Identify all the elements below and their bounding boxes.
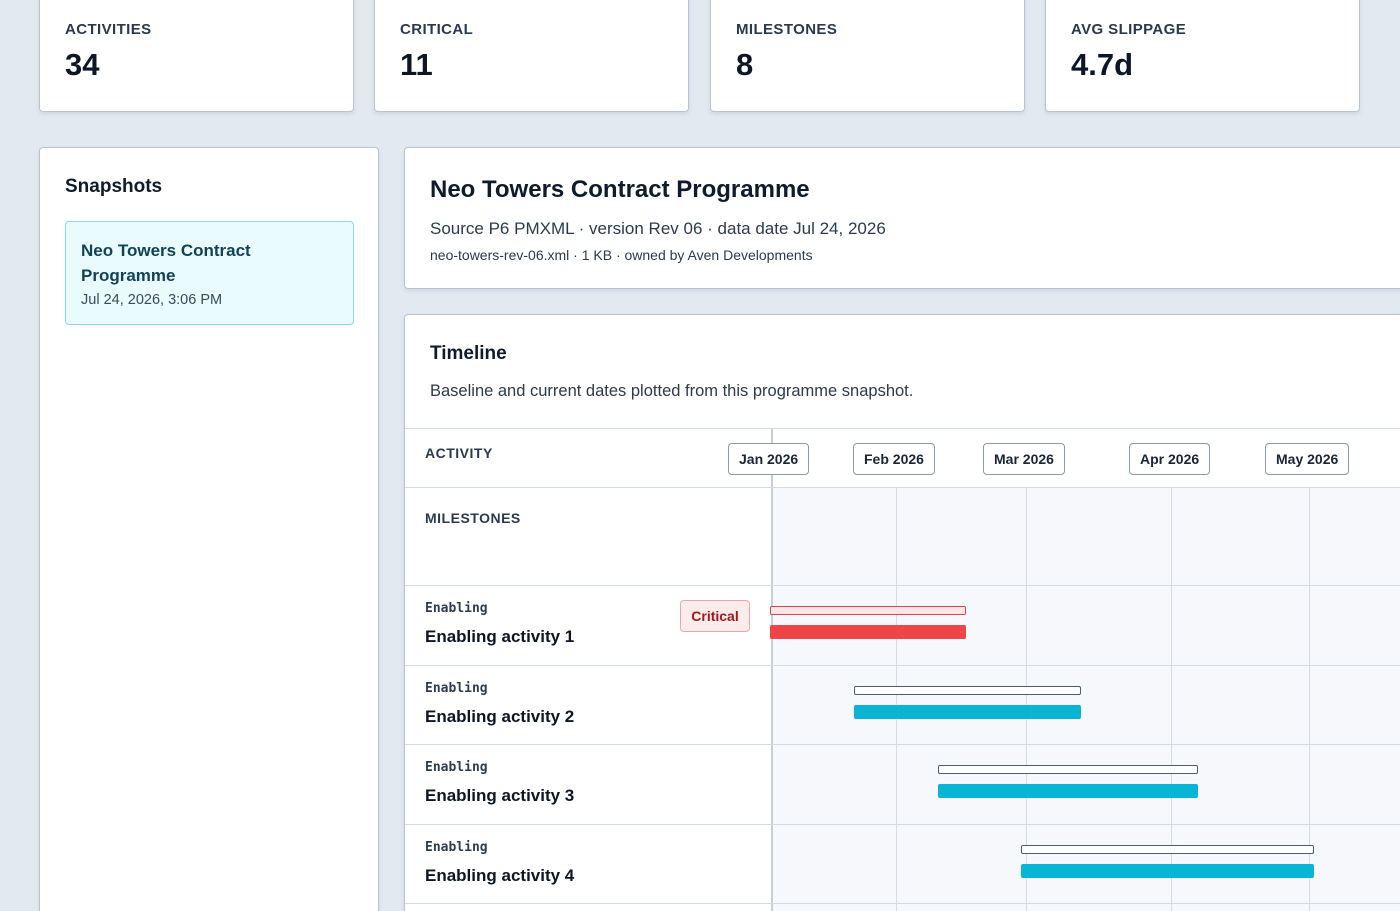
baseline-bar	[938, 765, 1198, 774]
month-label-apr: Apr 2026	[1129, 443, 1211, 475]
current-bar	[770, 625, 966, 639]
stat-value: 8	[736, 47, 754, 82]
activity-name: Enabling activity 3	[425, 786, 575, 805]
timeline-title: Timeline	[430, 343, 507, 364]
activity-category: Enabling	[425, 681, 488, 696]
timeline-panel: Timeline Baseline and current dates plot…	[404, 314, 1400, 911]
month-label-feb: Feb 2026	[853, 443, 935, 475]
activity-name: Enabling activity 2	[425, 707, 575, 726]
divider	[405, 428, 1400, 429]
programme-header: Neo Towers Contract Programme Source P6 …	[404, 147, 1400, 289]
activity-row[interactable]: Enabling Enabling activity 3	[405, 745, 1400, 825]
stat-card-avg-slippage: AVG SLIPPAGE 4.7d	[1045, 0, 1360, 112]
baseline-bar	[1021, 845, 1314, 854]
programme-title: Neo Towers Contract Programme	[430, 176, 810, 203]
snapshot-item[interactable]: Neo Towers Contract Programme Jul 24, 20…	[65, 221, 354, 325]
stat-label: ACTIVITIES	[65, 21, 152, 38]
activity-row[interactable]: Enabling Enabling activity 1 Critical	[405, 586, 1400, 666]
snapshot-name: Neo Towers Contract Programme	[81, 241, 251, 285]
activity-category: Enabling	[425, 760, 488, 775]
stat-card-activities: ACTIVITIES 34	[39, 0, 354, 112]
activity-category: Enabling	[425, 840, 488, 855]
stat-card-milestones: MILESTONES 8	[710, 0, 1025, 112]
activity-name: Enabling activity 4	[425, 866, 575, 885]
timeline-description: Baseline and current dates plotted from …	[430, 382, 914, 400]
snapshot-date: Jul 24, 2026, 3:06 PM	[81, 292, 223, 308]
activity-row[interactable]: Enabling Enabling activity 4	[405, 825, 1400, 905]
current-bar	[854, 705, 1081, 719]
month-label-mar: Mar 2026	[983, 443, 1065, 475]
current-bar	[1021, 864, 1314, 878]
stat-value: 34	[65, 47, 100, 82]
activity-name: Enabling activity 1	[425, 627, 575, 646]
critical-badge: Critical	[680, 600, 750, 632]
activity-row[interactable]: Enabling Enabling activity 2	[405, 666, 1400, 746]
stat-value: 11	[400, 47, 433, 82]
programme-file-meta: neo-towers-rev-06.xml · 1 KB · owned by …	[430, 247, 813, 263]
programme-source: Source P6 PMXML · version Rev 06 · data …	[430, 219, 886, 238]
stat-label: CRITICAL	[400, 21, 474, 38]
stat-label: AVG SLIPPAGE	[1071, 21, 1187, 38]
snapshots-title: Snapshots	[65, 176, 163, 197]
stat-card-critical: CRITICAL 11	[374, 0, 689, 112]
snapshots-panel: Snapshots Neo Towers Contract Programme …	[39, 147, 379, 911]
month-label-may: May 2026	[1265, 443, 1350, 475]
stat-value: 4.7d	[1071, 47, 1134, 82]
divider	[405, 487, 1400, 488]
month-label-jan: Jan 2026	[728, 443, 810, 475]
stat-label: MILESTONES	[736, 21, 838, 38]
current-bar	[938, 784, 1198, 798]
activity-column-header: ACTIVITY	[425, 445, 493, 461]
milestones-label: MILESTONES	[425, 510, 521, 526]
gantt-chart: ACTIVITY Jan 2026 Feb 2026 Mar 2026 Apr …	[405, 428, 1400, 911]
activity-category: Enabling	[425, 601, 488, 616]
baseline-bar	[770, 606, 966, 615]
baseline-bar	[854, 686, 1081, 695]
